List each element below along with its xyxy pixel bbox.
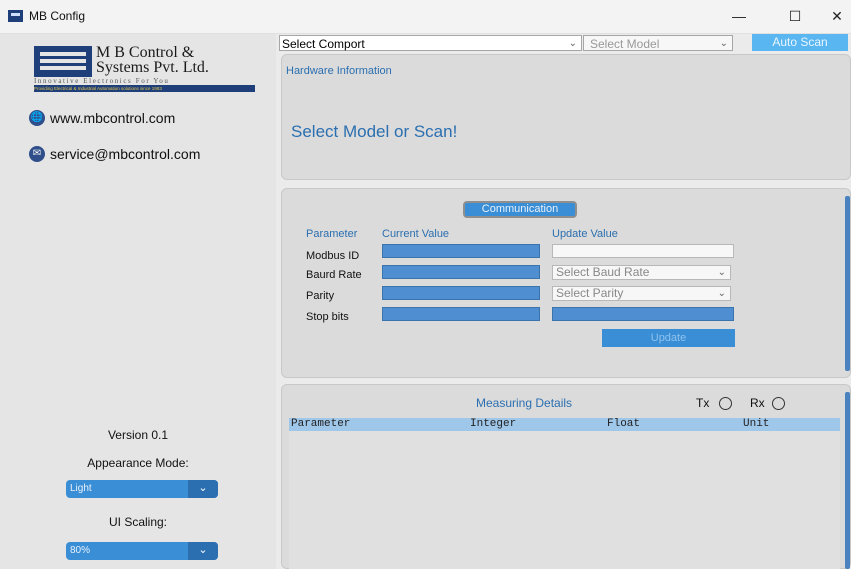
modbus-id-input[interactable] <box>552 244 734 258</box>
update-value-column-header: Update Value <box>552 228 618 240</box>
rx-label: Rx <box>750 396 765 410</box>
minimize-button[interactable]: — <box>724 6 754 26</box>
tx-label: Tx <box>696 396 710 410</box>
close-button[interactable]: ✕ <box>822 6 851 26</box>
stop-bits-label: Stop bits <box>306 311 349 323</box>
chevron-down-icon[interactable]: ⌄ <box>188 542 218 560</box>
parity-placeholder: Select Parity <box>556 286 624 300</box>
chevron-down-icon[interactable]: ⌄ <box>188 480 218 498</box>
envelope-icon: ✉ <box>29 146 45 162</box>
version-label: Version 0.1 <box>107 428 169 442</box>
chevron-down-icon[interactable]: ⌄ <box>720 36 728 52</box>
modbus-id-label: Modbus ID <box>306 250 360 262</box>
company-logo: M B Control & Systems Pvt. Ltd. Innovati… <box>34 44 255 92</box>
stop-bits-input[interactable] <box>552 307 734 321</box>
stop-bits-current <box>382 307 540 321</box>
model-placeholder: Select Model <box>590 37 660 51</box>
logo-company-line2: Systems Pvt. Ltd. <box>96 59 209 76</box>
tx-indicator <box>719 397 732 410</box>
appearance-mode-label: Appearance Mode: <box>87 456 189 470</box>
parity-current <box>382 286 540 300</box>
globe-icon: 🌐 <box>29 110 45 126</box>
communication-scrollbar[interactable] <box>845 196 850 371</box>
parameter-column-header: Parameter <box>306 228 358 240</box>
ui-scaling-dropdown[interactable]: 80% ⌄ <box>66 542 218 560</box>
measuring-scrollbar[interactable] <box>845 392 850 569</box>
logo-mark <box>34 46 92 77</box>
website-link[interactable]: www.mbcontrol.com <box>50 110 175 126</box>
chevron-down-icon[interactable]: ⌄ <box>569 36 577 52</box>
measuring-details-title: Measuring Details <box>476 396 573 410</box>
communication-title: Communication <box>463 201 577 218</box>
ui-scaling-value: 80% <box>70 545 91 556</box>
auto-scan-button[interactable]: Auto Scan <box>752 34 848 51</box>
baud-rate-label: Baurd Rate <box>306 269 362 281</box>
float-column: Float <box>607 418 641 430</box>
modbus-id-current <box>382 244 540 258</box>
model-select[interactable]: Select Model ⌄ <box>583 35 733 51</box>
appearance-mode-dropdown[interactable]: Light ⌄ <box>66 480 218 498</box>
app-icon <box>8 10 23 22</box>
update-button[interactable]: Update <box>602 329 735 347</box>
baud-rate-placeholder: Select Baud Rate <box>556 265 650 279</box>
measuring-table-body <box>289 431 840 569</box>
chevron-down-icon[interactable]: ⌄ <box>718 287 726 300</box>
rx-indicator <box>772 397 785 410</box>
window-title: MB Config <box>29 9 86 23</box>
parameter-column: Parameter <box>291 418 351 430</box>
baud-rate-current <box>382 265 540 279</box>
unit-column: Unit <box>743 418 770 430</box>
comport-select[interactable]: Select Comport ⌄ <box>279 35 582 51</box>
hardware-info-title: Hardware Information <box>286 65 392 77</box>
hardware-status-message: Select Model or Scan! <box>291 122 458 141</box>
integer-column: Integer <box>470 418 517 430</box>
chevron-down-icon[interactable]: ⌄ <box>718 266 726 279</box>
parity-select[interactable]: Select Parity ⌄ <box>552 286 731 301</box>
comport-value: Select Comport <box>282 37 365 51</box>
logo-strip: Providing Electrical & Industrial Automa… <box>34 85 255 92</box>
logo-tagline: Innovative Electronics For You <box>34 77 170 85</box>
ui-scaling-label: UI Scaling: <box>108 515 168 529</box>
current-value-column-header: Current Value <box>382 228 450 240</box>
appearance-mode-value: Light <box>70 483 92 494</box>
baud-rate-select[interactable]: Select Baud Rate ⌄ <box>552 265 731 280</box>
measuring-table-header: Parameter Integer Float Unit <box>289 418 840 431</box>
parity-label: Parity <box>306 290 335 302</box>
email-link[interactable]: service@mbcontrol.com <box>50 146 200 162</box>
maximize-button[interactable]: ☐ <box>780 6 810 26</box>
